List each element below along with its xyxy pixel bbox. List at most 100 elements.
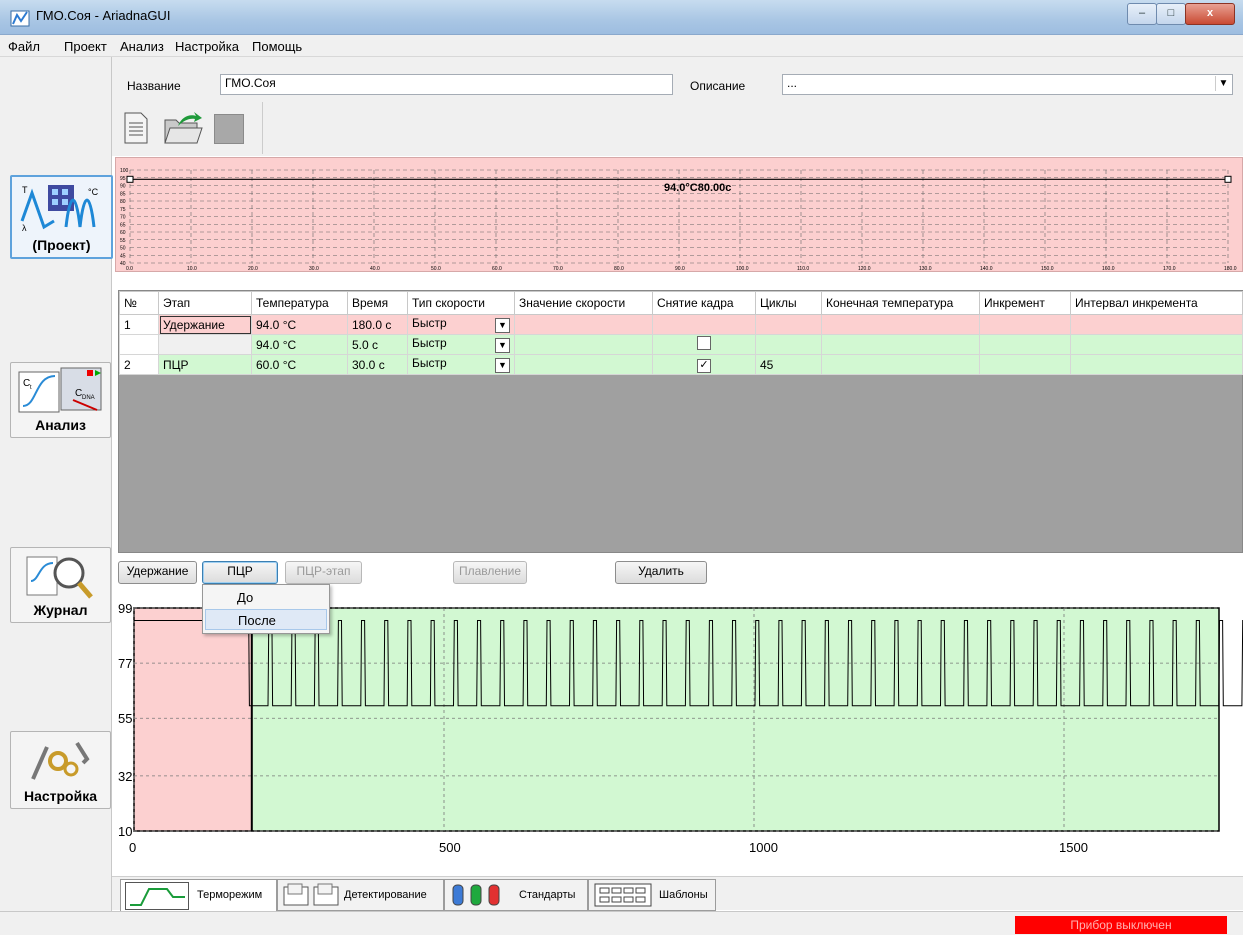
sidebar-item-settings[interactable]: Настройка <box>10 731 111 809</box>
col-header-time[interactable]: Время <box>347 291 408 315</box>
row-stage[interactable]: Удержание <box>158 314 252 335</box>
row-increment[interactable] <box>979 354 1071 375</box>
close-icon[interactable]: x <box>1185 3 1235 25</box>
row-temp[interactable]: 60.0 °C <box>251 354 348 375</box>
tab-label-standards: Стандарты <box>519 889 576 901</box>
table-header-row: № Этап Температура Время Тип скорости Зн… <box>119 291 1243 315</box>
row-speed-value[interactable] <box>514 334 653 355</box>
start-handle <box>126 175 134 183</box>
chevron-down-icon[interactable]: ▼ <box>495 318 510 333</box>
row-speed-type-cell[interactable]: Быстр ▼ <box>407 334 515 355</box>
menu-item-after[interactable]: После <box>205 609 327 630</box>
col-header-frame[interactable]: Снятие кадра <box>652 291 756 315</box>
table-row[interactable]: 1 Удержание 94.0 °C 180.0 c Быстр ▼ <box>119 314 1243 335</box>
x-tick-label: 150.0 <box>1041 266 1054 272</box>
minimize-icon[interactable]: – <box>1127 3 1157 25</box>
maximize-icon[interactable]: □ <box>1156 3 1186 25</box>
row-end-temp[interactable] <box>821 354 980 375</box>
col-header-num[interactable]: № <box>119 291 159 315</box>
tab-thermal-profile[interactable]: Терморежим <box>120 879 277 912</box>
row-temp[interactable]: 94.0 °C <box>251 314 348 335</box>
row-cycles[interactable] <box>755 334 822 355</box>
x-tick-label: 140.0 <box>980 266 993 272</box>
name-field[interactable]: ГМО.Соя <box>220 74 673 95</box>
row-cycles[interactable]: 45 <box>755 354 822 375</box>
sidebar-item-journal[interactable]: Журнал <box>10 547 111 623</box>
sidebar-item-analysis[interactable]: C t C DNA Анализ <box>10 362 111 438</box>
frame-checkbox[interactable] <box>697 336 711 350</box>
row-speed-value[interactable] <box>514 314 653 335</box>
row-increment[interactable] <box>979 334 1071 355</box>
y-tick-label: 100 <box>120 168 129 174</box>
y-tick-label: 70 <box>120 215 126 221</box>
menu-analysis[interactable]: Анализ <box>120 39 164 54</box>
row-time[interactable]: 180.0 c <box>347 314 408 335</box>
tab-templates[interactable]: Шаблоны <box>588 879 716 911</box>
x-tick-label: 0.0 <box>126 266 133 272</box>
description-label: Описание <box>690 79 746 93</box>
row-speed-value[interactable] <box>514 354 653 375</box>
row-time[interactable]: 5.0 c <box>347 334 408 355</box>
pcr-button[interactable]: ПЦР <box>202 561 278 584</box>
frame-checkbox-checked[interactable]: ✓ <box>697 358 711 373</box>
chevron-down-icon[interactable]: ▼ <box>495 338 510 353</box>
pcr-step-button[interactable]: ПЦР-этап <box>285 561 362 584</box>
tab-detection[interactable]: Детектирование <box>277 879 444 911</box>
thermal-profile-icon <box>125 882 189 910</box>
row-speed-type-cell[interactable]: Быстр ▼ <box>407 354 515 375</box>
svg-text:°C: °C <box>88 187 99 197</box>
col-header-stage[interactable]: Этап <box>158 291 252 315</box>
hold-region <box>134 608 252 831</box>
menu-item-before[interactable]: До <box>205 587 327 608</box>
col-header-end-temp[interactable]: Конечная температура <box>821 291 980 315</box>
tab-standards[interactable]: Стандарты <box>444 879 588 911</box>
row-time[interactable]: 30.0 c <box>347 354 408 375</box>
new-document-icon[interactable] <box>124 112 148 144</box>
overview-graph: 1009590858075706560555045400.0 10.0 20.0 30… <box>120 168 1237 272</box>
row-increment-interval[interactable] <box>1070 334 1243 355</box>
row-increment[interactable] <box>979 314 1071 335</box>
detection-icon <box>283 883 339 906</box>
delete-button[interactable]: Удалить <box>615 561 707 584</box>
col-header-increment-interval[interactable]: Интервал инкремента <box>1070 291 1243 315</box>
row-stage[interactable] <box>158 334 252 355</box>
x-tick-label: 500 <box>439 840 461 855</box>
row-end-temp[interactable] <box>821 334 980 355</box>
table-row[interactable]: 94.0 °C 5.0 c Быстр ▼ <box>119 334 1243 355</box>
y-tick-label: 77 <box>118 656 132 671</box>
row-increment-interval[interactable] <box>1070 354 1243 375</box>
row-cycles[interactable] <box>755 314 822 335</box>
chevron-down-icon[interactable]: ▼ <box>1215 76 1231 91</box>
row-increment-interval[interactable] <box>1070 314 1243 335</box>
col-header-speed-value[interactable]: Значение скорости <box>514 291 653 315</box>
menu-file[interactable]: Файл <box>8 39 40 54</box>
col-header-temp[interactable]: Температура <box>251 291 348 315</box>
open-folder-icon[interactable] <box>164 112 204 144</box>
y-tick-label: 85 <box>120 191 126 197</box>
menu-settings[interactable]: Настройка <box>175 39 239 54</box>
row-num: 2 <box>119 354 159 375</box>
row-stage[interactable]: ПЦР <box>158 354 252 375</box>
menu-project[interactable]: Проект <box>64 39 107 54</box>
melt-button[interactable]: Плавление <box>453 561 527 584</box>
description-dropdown[interactable]: ... ▼ <box>782 74 1233 95</box>
col-header-cycles[interactable]: Циклы <box>755 291 822 315</box>
sidebar-item-project[interactable]: °C T λ (Проект) <box>10 175 113 259</box>
project-icon: °C T λ <box>18 181 104 233</box>
row-num <box>119 334 159 355</box>
chevron-down-icon[interactable]: ▼ <box>495 358 510 373</box>
menu-help[interactable]: Помощь <box>252 39 302 54</box>
x-tick-label: 180.0 <box>1224 266 1237 272</box>
bottom-tab-bar: Терморежим Детектирование Стандарты Шабл… <box>112 876 1243 912</box>
col-header-increment[interactable]: Инкремент <box>979 291 1071 315</box>
table-row[interactable]: 2 ПЦР 60.0 °C 30.0 c Быстр ▼ ✓ 45 <box>119 354 1243 375</box>
hold-button[interactable]: Удержание <box>118 561 197 584</box>
y-tick-label: 55 <box>120 238 126 244</box>
col-header-speed-type[interactable]: Тип скорости <box>407 291 515 315</box>
name-label: Название <box>127 79 181 93</box>
row-temp[interactable]: 94.0 °C <box>251 334 348 355</box>
y-tick-label: 99 <box>118 601 132 616</box>
y-tick-label: 40 <box>120 261 126 267</box>
row-speed-type-cell[interactable]: Быстр ▼ <box>407 314 515 335</box>
row-end-temp[interactable] <box>821 314 980 335</box>
